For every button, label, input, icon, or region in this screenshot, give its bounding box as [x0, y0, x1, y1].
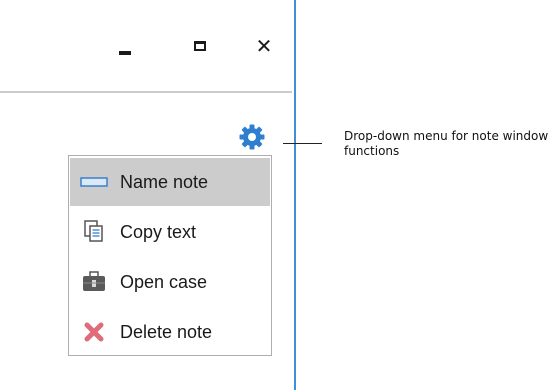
maximize-button[interactable]	[182, 30, 218, 62]
callout-text: Drop-down menu for note window functions	[344, 129, 549, 158]
close-button[interactable]: ✕	[246, 30, 282, 62]
minimize-button[interactable]	[107, 30, 143, 62]
settings-gear-button[interactable]	[234, 119, 270, 155]
menu-item-copy-text[interactable]: Copy text	[70, 208, 270, 256]
menu-item-label: Delete note	[120, 321, 213, 342]
copy-icon	[74, 208, 114, 256]
title-divider	[0, 91, 292, 93]
delete-icon	[74, 308, 114, 356]
gear-icon	[239, 124, 265, 150]
menu-item-name-note[interactable]: Name note	[70, 158, 270, 206]
menu-item-open-case[interactable]: Open case	[70, 258, 270, 306]
window-edge	[294, 0, 296, 390]
menu-item-label: Open case	[120, 271, 208, 292]
menu-item-label: Name note	[120, 171, 209, 192]
menu-item-delete-note[interactable]: Delete note	[70, 308, 270, 356]
minimize-icon	[119, 51, 131, 55]
callout-line	[283, 143, 322, 144]
case-icon	[74, 258, 114, 306]
note-functions-menu: Name note Copy text Open case Delete not…	[68, 155, 272, 356]
maximize-icon	[194, 41, 206, 51]
rename-icon	[74, 158, 114, 206]
menu-item-label: Copy text	[120, 221, 197, 242]
close-icon: ✕	[255, 34, 273, 58]
